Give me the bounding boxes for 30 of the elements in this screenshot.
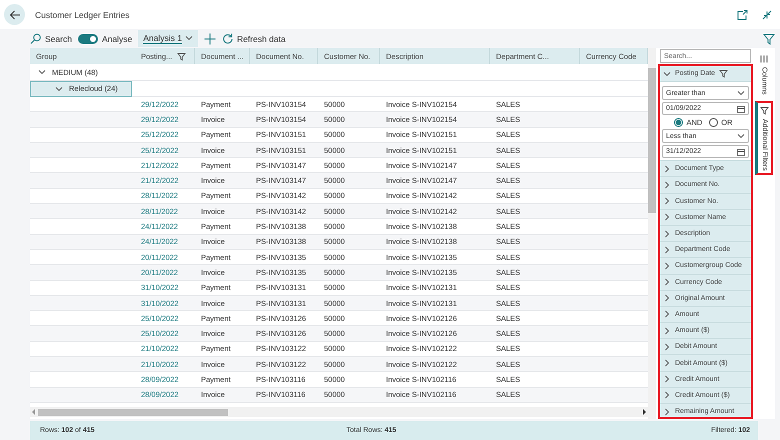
filter-icon	[760, 106, 769, 115]
filter-icon[interactable]	[763, 32, 775, 44]
calendar-icon[interactable]	[737, 148, 745, 156]
add-icon[interactable]	[204, 32, 216, 44]
chevron-down-icon	[184, 34, 193, 42]
refresh-icon	[222, 33, 233, 44]
radio-button[interactable]	[674, 118, 684, 127]
open-in-new-icon[interactable]	[737, 10, 748, 20]
filter-icon	[719, 69, 728, 78]
calendar-icon[interactable]	[737, 104, 745, 113]
scrollbar-thumb[interactable]	[38, 408, 228, 416]
chevron-down-icon[interactable]	[55, 84, 63, 92]
toggle-label: Analyse	[102, 34, 132, 44]
analysis-tab[interactable]: Analysis 1	[138, 30, 198, 47]
back-button[interactable]	[4, 4, 25, 25]
search-icon	[30, 33, 41, 44]
scrollbar-thumb[interactable]	[648, 68, 656, 213]
radio-button[interactable]	[709, 118, 718, 127]
columns-icon	[760, 55, 768, 63]
back-arrow-icon	[8, 8, 20, 20]
chevron-down-icon	[737, 89, 745, 98]
chevron-down-icon[interactable]	[38, 68, 46, 76]
refresh-button[interactable]: Refresh data	[222, 31, 286, 46]
collapse-icon[interactable]	[762, 10, 772, 20]
filter-icon	[177, 52, 186, 60]
analyse-toggle[interactable]	[78, 34, 98, 44]
search-button[interactable]: Search	[30, 31, 72, 46]
window-title: Customer Ledger Entries	[35, 10, 130, 20]
chevron-down-icon[interactable]	[663, 70, 671, 78]
chevron-down-icon	[737, 132, 745, 140]
